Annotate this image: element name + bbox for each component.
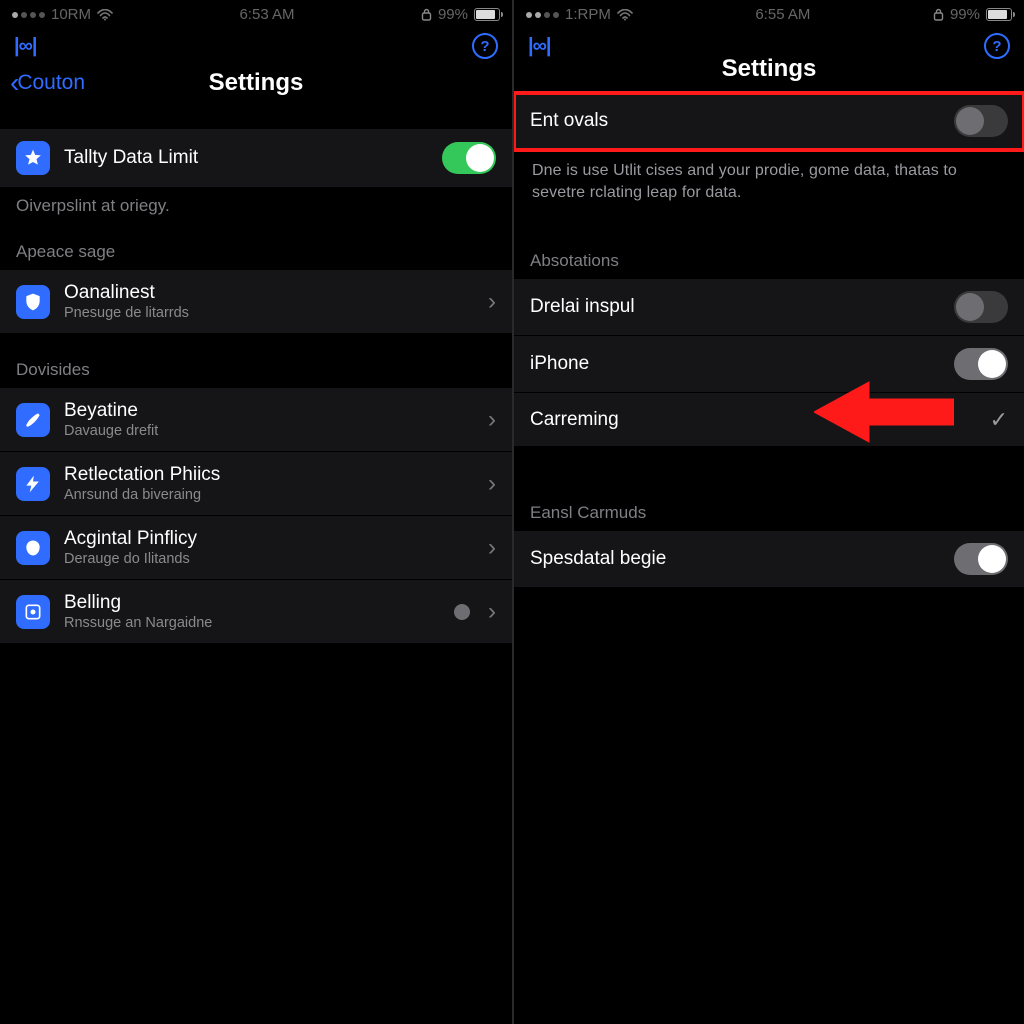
battery-icon [474, 8, 500, 21]
row-label: Acgintal Pinflicy [64, 528, 474, 550]
chevron-right-icon: › [488, 406, 496, 434]
row-iphone[interactable]: iPhone [514, 336, 1024, 393]
row-carreming[interactable]: Carreming ✓ [514, 393, 1024, 447]
top-row: |∞| ? [0, 25, 512, 63]
row-drelai[interactable]: Drelai inspul [514, 279, 1024, 336]
frame-icon [16, 595, 50, 629]
section-devices-header: Dovisides [0, 334, 512, 388]
info-icon[interactable]: ? [472, 33, 498, 59]
row-belling[interactable]: Belling Rnssuge an Nargaidne › [0, 580, 512, 644]
row-label: Belling [64, 592, 440, 614]
row-label: Spesdatal begie [530, 548, 940, 570]
back-label: Couton [17, 71, 85, 95]
row-sub: Pnesuge de litarrds [64, 305, 474, 321]
row-sub: Derauge do Ilitands [64, 551, 474, 567]
chevron-right-icon: › [488, 598, 496, 626]
lock-icon [421, 8, 432, 21]
row-label: Beyatine [64, 400, 474, 422]
section-eansl-header: Eansl Carmuds [514, 447, 1024, 531]
status-time-center: 6:55 AM [755, 6, 810, 23]
row-sub: Anrsund da biveraing [64, 487, 474, 503]
phone-left: 10RM 6:53 AM 99% |∞| ? ‹ Couton Settings [0, 0, 512, 1024]
row-label: iPhone [530, 353, 940, 375]
back-button[interactable]: ‹ Couton [10, 69, 85, 97]
row-retlectation[interactable]: Retlectation Phiics Anrsund da biveraing… [0, 452, 512, 516]
row-acgintal[interactable]: Acgintal Pinflicy Derauge do Ilitands › [0, 516, 512, 580]
status-time-left: 1:RPM [565, 6, 611, 23]
toggle-spesdatal[interactable] [954, 543, 1008, 575]
battery-pct: 99% [438, 6, 468, 23]
section-usage-header: Apeace sage [0, 216, 512, 270]
toggle-drelai[interactable] [954, 291, 1008, 323]
status-bar: 10RM 6:53 AM 99% [0, 0, 512, 25]
info-icon[interactable]: ? [984, 33, 1010, 59]
row-label: Drelai inspul [530, 296, 940, 318]
footer-note: Oiverpslint at oriegy. [0, 188, 512, 216]
row-sub: Davauge drefit [64, 423, 474, 439]
shield-icon [16, 285, 50, 319]
wifi-icon [617, 9, 633, 21]
battery-pct: 99% [950, 6, 980, 23]
row-oanalinest[interactable]: Oanalinest Pnesuge de litarrds › [0, 270, 512, 334]
toggle-ent-ovals[interactable] [954, 105, 1008, 137]
row-label: Tallty Data Limit [64, 147, 428, 169]
navbar: ‹ Couton Settings [0, 63, 512, 107]
brush-icon [16, 403, 50, 437]
app-logo[interactable]: |∞| [528, 35, 550, 58]
bolt-icon [16, 467, 50, 501]
row-description: Dne is use Utlit cises and your prodie, … [514, 150, 1024, 203]
status-time-left: 10RM [51, 6, 91, 23]
chevron-right-icon: › [488, 288, 496, 316]
battery-icon [986, 8, 1012, 21]
app-logo[interactable]: |∞| [14, 35, 36, 58]
chevron-right-icon: › [488, 534, 496, 562]
phone-right: 1:RPM 6:55 AM 99% |∞| ? Settings Ent ova… [512, 0, 1024, 1024]
star-icon [16, 141, 50, 175]
row-ent-ovals[interactable]: Ent ovals [514, 93, 1024, 150]
checkmark-icon: ✓ [990, 407, 1008, 433]
lock-icon [933, 8, 944, 21]
signal-dots-icon [12, 12, 45, 18]
navbar: Settings [514, 63, 1024, 79]
section-absotations-header: Absotations [514, 203, 1024, 279]
blob-icon [16, 531, 50, 565]
status-time-center: 6:53 AM [239, 6, 294, 23]
toggle-data-limit[interactable] [442, 142, 496, 174]
status-bar: 1:RPM 6:55 AM 99% [514, 0, 1024, 25]
indicator-dot-icon [454, 604, 470, 620]
row-label: Carreming [530, 409, 976, 431]
row-data-limit[interactable]: Tallty Data Limit [0, 129, 512, 188]
row-beyatine[interactable]: Beyatine Davauge drefit › [0, 388, 512, 452]
top-row: |∞| ? [514, 25, 1024, 63]
row-label: Ent ovals [530, 110, 940, 132]
row-label: Oanalinest [64, 282, 474, 304]
signal-dots-icon [526, 12, 559, 18]
toggle-iphone[interactable] [954, 348, 1008, 380]
row-spesdatal[interactable]: Spesdatal begie [514, 531, 1024, 588]
row-label: Retlectation Phiics [64, 464, 474, 486]
chevron-right-icon: › [488, 470, 496, 498]
wifi-icon [97, 9, 113, 21]
row-sub: Rnssuge an Nargaidne [64, 615, 440, 631]
